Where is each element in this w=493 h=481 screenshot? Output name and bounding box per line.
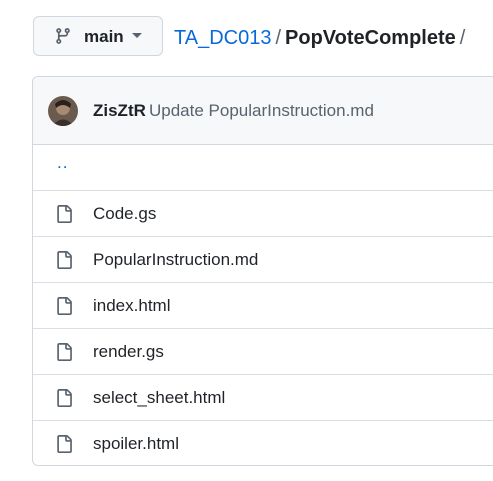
list-item[interactable]: spoiler.html — [33, 420, 493, 465]
branch-name: main — [84, 27, 124, 46]
breadcrumb: TA_DC013/PopVoteComplete / — [174, 26, 469, 50]
file-icon — [57, 343, 72, 361]
breadcrumb-current-folder: PopVoteComplete — [285, 27, 456, 49]
list-item[interactable]: select_sheet.html — [33, 374, 493, 420]
file-icon — [57, 205, 72, 223]
branch-select-button[interactable]: main — [33, 16, 163, 56]
breadcrumb-repo-link[interactable]: TA_DC013 — [174, 27, 271, 49]
file-name-link[interactable]: Code.gs — [93, 203, 156, 225]
parent-directory-link[interactable]: .. — [57, 152, 68, 174]
file-name-link[interactable]: select_sheet.html — [93, 387, 225, 409]
breadcrumb-trailing-separator: / — [459, 27, 466, 49]
list-item[interactable]: index.html — [33, 282, 493, 328]
file-list: ZisZtR Update PopularInstruction.md .. C… — [32, 76, 493, 466]
commit-message-link[interactable]: Update PopularInstruction.md — [149, 100, 374, 122]
file-icon — [57, 389, 72, 407]
file-name-link[interactable]: render.gs — [93, 341, 164, 363]
git-branch-icon — [56, 28, 70, 44]
file-icon — [57, 297, 72, 315]
commit-author-link[interactable]: ZisZtR — [93, 100, 146, 122]
file-name-link[interactable]: index.html — [93, 295, 170, 317]
avatar-image — [48, 96, 78, 126]
file-name-link[interactable]: spoiler.html — [93, 433, 179, 455]
breadcrumb-separator: / — [275, 27, 282, 49]
latest-commit-bar: ZisZtR Update PopularInstruction.md — [33, 77, 493, 145]
page: main TA_DC013/PopVoteComplete / ZisZtR Up… — [0, 0, 493, 481]
avatar[interactable] — [48, 96, 78, 126]
list-item[interactable]: Code.gs — [33, 190, 493, 236]
file-name-link[interactable]: PopularInstruction.md — [93, 249, 258, 271]
list-item[interactable]: PopularInstruction.md — [33, 236, 493, 282]
list-item[interactable]: render.gs — [33, 328, 493, 374]
file-icon — [57, 251, 72, 269]
parent-directory-row[interactable]: .. — [33, 144, 493, 190]
file-icon — [57, 435, 72, 453]
caret-down-icon — [132, 33, 142, 38]
